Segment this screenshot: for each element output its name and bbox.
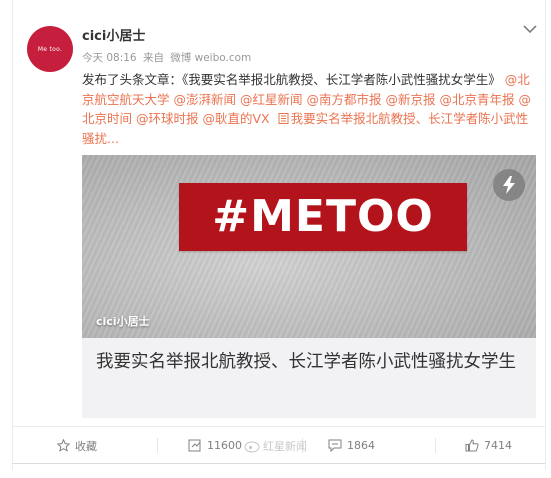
card-border-right [545, 0, 546, 470]
post-meta: 今天 08:16 来自 微博 weibo.com [82, 50, 254, 65]
comment-button[interactable]: 1864 [328, 427, 375, 464]
star-icon [57, 439, 70, 452]
weibo-post-card: Me too. cici小居士 今天 08:16 来自 微博 weibo.com… [0, 0, 551, 478]
article-card[interactable]: #METOO cici小居士 我要实名举报北航教授、长江学者陈小武性骚扰女学生 [82, 155, 536, 418]
avatar[interactable]: Me too. [27, 26, 73, 72]
watermark-text: 红星新闻 [263, 440, 307, 453]
mention-link[interactable]: @北京青年报 [440, 92, 515, 107]
watermark-logo [244, 441, 260, 453]
comment-count: 1864 [347, 439, 375, 452]
mention-link[interactable]: @环球时报 [136, 111, 199, 126]
mention-link[interactable]: @南方都市报 [307, 92, 382, 107]
post-source[interactable]: 微博 weibo.com [170, 52, 251, 64]
card-border-left [12, 0, 13, 470]
lightning-icon [493, 169, 525, 201]
watermark: 红星新闻 [244, 438, 307, 454]
article-title[interactable]: 我要实名举报北航教授、长江学者陈小武性骚扰女学生 [96, 349, 522, 376]
chevron-down-icon[interactable] [522, 22, 538, 36]
repost-count: 11600 [207, 439, 242, 452]
favorite-button[interactable]: 收藏 [57, 427, 97, 464]
article-icon [278, 113, 289, 124]
cover-author: cici小居士 [96, 315, 150, 328]
comment-icon [328, 439, 342, 452]
cover-text: #METOO [212, 191, 434, 242]
thumbs-up-icon [465, 439, 479, 452]
post-time[interactable]: 今天 08:16 [82, 52, 137, 64]
mention-link[interactable]: @红星新闻 [240, 92, 303, 107]
like-count: 7414 [484, 439, 512, 452]
card-bottom-border [12, 463, 545, 464]
source-prefix: 来自 [142, 52, 164, 64]
avatar-text: Me too. [37, 45, 63, 53]
post-text: 发布了头条文章：《我要实名举报北航教授、长江学者陈小武性骚扰女学生》 @北京航空… [82, 70, 536, 148]
metoo-banner: #METOO [179, 183, 467, 251]
repost-icon [188, 439, 201, 452]
author-name[interactable]: cici小居士 [82, 25, 145, 44]
repost-button[interactable]: 11600 [188, 427, 242, 464]
mention-link[interactable]: @澎湃新闻 [174, 92, 237, 107]
post-lead: 发布了头条文章：《我要实名举报北航教授、长江学者陈小武性骚扰女学生》 [82, 72, 501, 87]
action-separator [435, 438, 436, 453]
favorite-label: 收藏 [75, 439, 97, 453]
mention-link[interactable]: @新京报 [386, 92, 436, 107]
article-cover-image[interactable]: #METOO cici小居士 [82, 155, 536, 338]
like-button[interactable]: 7414 [465, 427, 512, 464]
action-separator [157, 438, 158, 453]
mention-link[interactable]: @耿直的VX [203, 111, 270, 126]
